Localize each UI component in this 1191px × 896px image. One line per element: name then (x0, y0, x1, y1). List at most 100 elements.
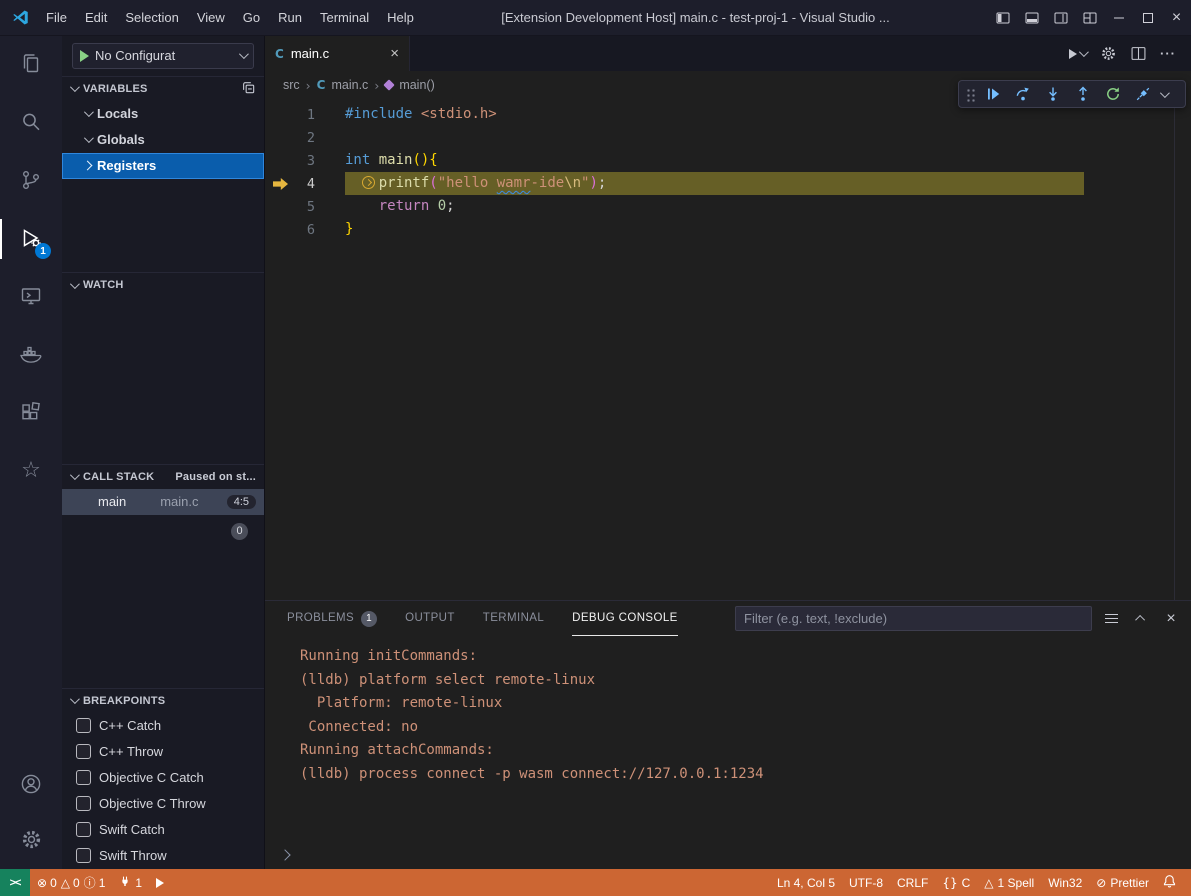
call-stack-header[interactable]: CALL STACK Paused on st... (62, 465, 264, 489)
debug-status[interactable] (149, 869, 171, 896)
breadcrumb-symbol[interactable]: main() (399, 78, 434, 92)
menu-go[interactable]: Go (234, 0, 269, 35)
activity-star[interactable]: ☆ (0, 442, 62, 500)
debug-config-dropdown[interactable]: No Configurat (72, 43, 254, 69)
line-number[interactable]: 5 (265, 199, 315, 215)
platform-indicator[interactable]: Win32 (1041, 869, 1089, 896)
run-file-button[interactable] (1064, 42, 1091, 66)
code-line[interactable]: 4 printf("hello wamr-ide\n"); (265, 172, 1191, 195)
customize-layout-icon[interactable] (1075, 0, 1104, 36)
remote-indicator[interactable]: >< (0, 869, 30, 896)
variables-globals[interactable]: Globals (62, 127, 264, 153)
code-line[interactable]: 6} (265, 218, 1191, 241)
step-out-button[interactable] (1070, 82, 1096, 106)
settings-gear-button[interactable] (1095, 42, 1122, 66)
variables-locals[interactable]: Locals (62, 101, 264, 127)
minimize-button[interactable] (1104, 0, 1133, 36)
breakpoint-cpp-catch[interactable]: C++ Catch (62, 713, 264, 739)
collapse-all-icon[interactable] (241, 80, 256, 98)
scrollbar-track[interactable] (1174, 99, 1175, 600)
close-panel-icon[interactable]: × (1161, 608, 1181, 630)
menu-help[interactable]: Help (378, 0, 423, 35)
chevron-down-icon[interactable] (1160, 88, 1170, 98)
console-lines-icon[interactable] (1101, 608, 1121, 630)
menu-view[interactable]: View (188, 0, 234, 35)
checkbox[interactable] (76, 718, 91, 733)
activity-remote-explorer[interactable] (0, 268, 62, 326)
split-editor-button[interactable] (1126, 42, 1151, 66)
continue-button[interactable] (980, 82, 1006, 106)
language-indicator[interactable]: {} C (935, 869, 977, 896)
menu-file[interactable]: File (37, 0, 76, 35)
line-number[interactable]: 6 (265, 222, 315, 238)
activity-accounts[interactable] (0, 757, 62, 813)
checkbox[interactable] (76, 796, 91, 811)
drag-handle-icon[interactable] (965, 87, 976, 102)
code-line[interactable]: 5 return 0; (265, 195, 1191, 218)
tab-main-c[interactable]: C main.c × (265, 36, 410, 71)
checkbox[interactable] (76, 770, 91, 785)
restart-button[interactable] (1100, 82, 1126, 106)
breakpoint-swift-throw[interactable]: Swift Throw (62, 843, 264, 869)
tab-problems[interactable]: PROBLEMS 1 (287, 601, 377, 636)
menu-run[interactable]: Run (269, 0, 311, 35)
activity-docker[interactable] (0, 326, 62, 384)
ports-status[interactable]: 1 (112, 869, 149, 896)
tab-debug-console[interactable]: DEBUG CONSOLE (572, 601, 678, 636)
activity-explorer[interactable] (0, 36, 62, 94)
step-into-button[interactable] (1040, 82, 1066, 106)
debug-console-output[interactable]: Running initCommands: (lldb) platform se… (265, 636, 1191, 869)
checkbox[interactable] (76, 848, 91, 863)
line-number[interactable]: 3 (265, 153, 315, 169)
variables-header[interactable]: VARIABLES (62, 77, 264, 101)
encoding-indicator[interactable]: UTF-8 (842, 869, 890, 896)
tab-terminal[interactable]: TERMINAL (483, 601, 544, 636)
code-line[interactable]: 3int main(){ (265, 149, 1191, 172)
activity-extensions[interactable] (0, 384, 62, 442)
watch-header[interactable]: WATCH (62, 273, 264, 297)
code-line[interactable]: 2 (265, 126, 1191, 149)
activity-run-debug[interactable]: 1 (0, 210, 62, 268)
breakpoint-objc-catch[interactable]: Objective C Catch (62, 765, 264, 791)
start-debug-icon[interactable] (80, 50, 89, 62)
breakpoints-header[interactable]: BREAKPOINTS (62, 689, 264, 713)
step-over-button[interactable] (1010, 82, 1036, 106)
close-button[interactable]: × (1162, 0, 1191, 36)
toggle-panel-icon[interactable] (1017, 0, 1046, 36)
toggle-sidebar-icon[interactable] (988, 0, 1017, 36)
variables-registers[interactable]: Registers (62, 153, 264, 179)
notifications-bell[interactable] (1156, 869, 1183, 896)
toggle-secondary-sidebar-icon[interactable] (1046, 0, 1075, 36)
activity-source-control[interactable] (0, 152, 62, 210)
breakpoint-objc-throw[interactable]: Objective C Throw (62, 791, 264, 817)
menu-edit[interactable]: Edit (76, 0, 116, 35)
inline-breakpoint-icon[interactable] (362, 176, 375, 189)
breakpoint-swift-catch[interactable]: Swift Catch (62, 817, 264, 843)
line-number[interactable]: 1 (265, 107, 315, 123)
checkbox[interactable] (76, 822, 91, 837)
console-filter-input[interactable] (735, 606, 1092, 631)
cursor-position[interactable]: Ln 4, Col 5 (770, 869, 842, 896)
breakpoint-cpp-throw[interactable]: C++ Throw (62, 739, 264, 765)
breadcrumb-file[interactable]: main.c (331, 78, 368, 92)
checkbox[interactable] (76, 744, 91, 759)
menu-terminal[interactable]: Terminal (311, 0, 378, 35)
problems-status[interactable]: ⊗0 △0 ⓘ1 (30, 869, 112, 896)
eol-indicator[interactable]: CRLF (890, 869, 935, 896)
more-actions-button[interactable]: ··· (1155, 42, 1181, 66)
activity-settings[interactable] (0, 813, 62, 869)
menu-selection[interactable]: Selection (116, 0, 187, 35)
spell-checker-status[interactable]: △ 1 Spell (977, 869, 1041, 896)
prettier-status[interactable]: ⊘ Prettier (1089, 869, 1156, 896)
tab-output[interactable]: OUTPUT (405, 601, 455, 636)
activity-search[interactable] (0, 94, 62, 152)
close-tab-icon[interactable]: × (390, 46, 399, 61)
disconnect-button[interactable] (1130, 82, 1156, 106)
breadcrumb-folder[interactable]: src (283, 78, 300, 92)
line-number[interactable]: 4 (265, 176, 315, 192)
code-editor[interactable]: 1#include <stdio.h>23int main(){4 printf… (265, 99, 1191, 600)
stack-frame-row[interactable]: main main.c 4:5 (62, 489, 264, 515)
line-number[interactable]: 2 (265, 130, 315, 146)
maximize-button[interactable] (1133, 0, 1162, 36)
maximize-panel-icon[interactable] (1131, 608, 1151, 630)
